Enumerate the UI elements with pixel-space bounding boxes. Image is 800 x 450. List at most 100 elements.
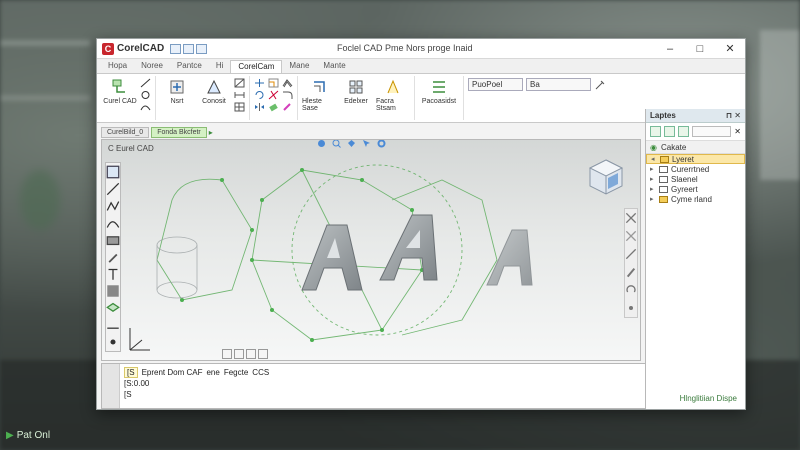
hatch-icon[interactable] <box>234 78 245 88</box>
layers-panel-title: Laptes <box>650 111 676 120</box>
drawing-viewport[interactable]: C Eurel CAD <box>101 139 641 361</box>
layer-item[interactable]: ▸ Gyreert <box>646 184 745 194</box>
maximize-button[interactable]: □ <box>685 39 715 59</box>
nav-zoom-icon[interactable] <box>625 230 637 242</box>
save-icon[interactable] <box>170 43 182 54</box>
title-bar: C CorelCAD Foclel CAD Pme Nors proge Ina… <box>97 39 745 59</box>
folder-icon <box>659 175 668 183</box>
layer-item[interactable]: ▸ Curerrtned <box>646 164 745 174</box>
layer-options-icon[interactable]: ✕ <box>734 127 741 136</box>
tab-mane[interactable]: Mane <box>282 60 316 73</box>
text-tool-icon[interactable] <box>106 267 120 281</box>
doc-tab-curelbild[interactable]: CurelBild_0 <box>101 126 150 138</box>
command-input-row[interactable]: [S <box>120 389 645 400</box>
arc-icon[interactable] <box>140 102 151 112</box>
nav-orbit-icon[interactable] <box>625 284 637 296</box>
taskbar-item[interactable]: ▶ Pat Onl <box>6 430 50 441</box>
quick-access-toolbar <box>170 43 208 54</box>
command-line[interactable]: [S Eprent Dom CAF ene Fegcte CCS [S:0.00… <box>101 363 646 409</box>
folder-icon <box>659 195 668 203</box>
pen-tool-icon[interactable] <box>106 250 120 264</box>
layer-item[interactable]: ◂ Lyeret <box>646 154 745 164</box>
new-tab-icon[interactable]: ▸ <box>209 128 213 137</box>
offset-icon[interactable] <box>282 78 293 88</box>
tab-hopa[interactable]: Hopa <box>101 60 134 73</box>
close-button[interactable]: ✕ <box>715 39 745 59</box>
tab-noree[interactable]: Noree <box>134 60 170 73</box>
circle-icon[interactable] <box>140 90 151 100</box>
app-name: CorelCAD <box>117 43 165 54</box>
select-tool-icon[interactable] <box>106 165 120 179</box>
layers-toolbar: ✕ <box>646 123 745 140</box>
trim-icon[interactable] <box>268 90 279 100</box>
polyline-tool-icon[interactable] <box>106 199 120 213</box>
layer-state-icon[interactable] <box>678 126 689 137</box>
tab-mante[interactable]: Mante <box>316 60 352 73</box>
dimension-icon[interactable] <box>234 90 245 100</box>
hatch-pattern-icon <box>387 79 399 94</box>
tab-pantce[interactable]: Pantce <box>170 60 209 73</box>
new-layer-icon[interactable] <box>650 126 661 137</box>
insert-block-icon <box>170 80 184 94</box>
corel-cad-button[interactable]: Curel CAD <box>103 78 137 105</box>
layer-item[interactable]: ▸ Slaenel <box>646 174 745 184</box>
play-icon: ▶ <box>6 430 14 441</box>
construct-icon <box>207 79 221 94</box>
panel-pin-close-icon[interactable]: ⊓ ✕ <box>726 111 741 120</box>
layer-tool-icon[interactable] <box>106 301 120 315</box>
color-combo[interactable]: Ba <box>526 78 591 91</box>
doc-tab-fonda[interactable]: Fonda Bkcfetr <box>151 126 207 138</box>
nav-point-icon[interactable] <box>625 302 637 314</box>
facra-stsam-button[interactable]: Facra Stsam <box>376 78 410 112</box>
left-toolbar <box>105 162 121 352</box>
scale-icon[interactable] <box>268 78 279 88</box>
properties-icon <box>433 81 445 93</box>
color-icon[interactable] <box>282 102 293 112</box>
expand-icon[interactable]: ▸ <box>650 175 656 183</box>
layer-combo[interactable]: PuoPoel <box>468 78 523 91</box>
construct-button[interactable]: Conosit <box>197 78 231 105</box>
expand-icon[interactable]: ▸ <box>650 165 656 173</box>
line-tool-icon[interactable] <box>106 182 120 196</box>
layer-item[interactable]: ▸ Cyme rland <box>646 194 745 204</box>
tab-hi[interactable]: Hi <box>209 60 231 73</box>
folder-icon <box>659 165 668 173</box>
nav-pan-icon[interactable] <box>625 248 637 260</box>
undo-icon[interactable] <box>196 43 208 54</box>
move-icon[interactable] <box>254 78 265 88</box>
layout-view-icon[interactable] <box>234 349 244 359</box>
model-view-icon[interactable] <box>222 349 232 359</box>
erase-icon[interactable] <box>268 102 279 112</box>
edelxer-button[interactable]: Edelxer <box>339 78 373 105</box>
layer-search-input[interactable] <box>692 126 732 137</box>
nav-pen-icon[interactable] <box>625 266 637 278</box>
point-tool-icon[interactable] <box>106 335 120 349</box>
expand-icon[interactable]: ◂ <box>651 155 657 163</box>
rotate-icon[interactable] <box>254 90 265 100</box>
view-cube-icon[interactable] <box>586 156 626 196</box>
pacoasidst-button[interactable]: Pacoasidst <box>419 78 459 105</box>
app-window: C CorelCAD Foclel CAD Pme Nors proge Ina… <box>96 38 746 410</box>
minimize-button[interactable]: – <box>655 39 685 59</box>
mirror-icon[interactable] <box>254 102 265 112</box>
snap-toggle-icon[interactable] <box>258 349 268 359</box>
expand-icon[interactable]: ▸ <box>650 195 656 203</box>
tab-corelcam[interactable]: CorelCam <box>230 60 283 73</box>
fillet-icon[interactable] <box>282 90 293 100</box>
grid-toggle-icon[interactable] <box>246 349 256 359</box>
table-icon[interactable] <box>234 102 245 112</box>
hleste-sase-button[interactable]: Hleste Sase <box>302 78 336 112</box>
match-properties-icon[interactable] <box>594 80 605 90</box>
rect-tool-icon[interactable] <box>106 233 120 247</box>
nav-close-icon[interactable] <box>625 212 637 224</box>
insert-button[interactable]: Nsrt <box>160 78 194 105</box>
dim-tool-icon[interactable] <box>106 318 120 332</box>
delete-layer-icon[interactable] <box>664 126 675 137</box>
open-icon[interactable] <box>183 43 195 54</box>
expand-icon[interactable]: ▸ <box>650 185 656 193</box>
eye-icon[interactable]: ◉ <box>650 143 657 152</box>
3d-letter-a-2 <box>379 214 438 281</box>
line-icon[interactable] <box>140 78 151 88</box>
arc-tool-icon[interactable] <box>106 216 120 230</box>
hatch-tool-icon[interactable] <box>106 284 120 298</box>
